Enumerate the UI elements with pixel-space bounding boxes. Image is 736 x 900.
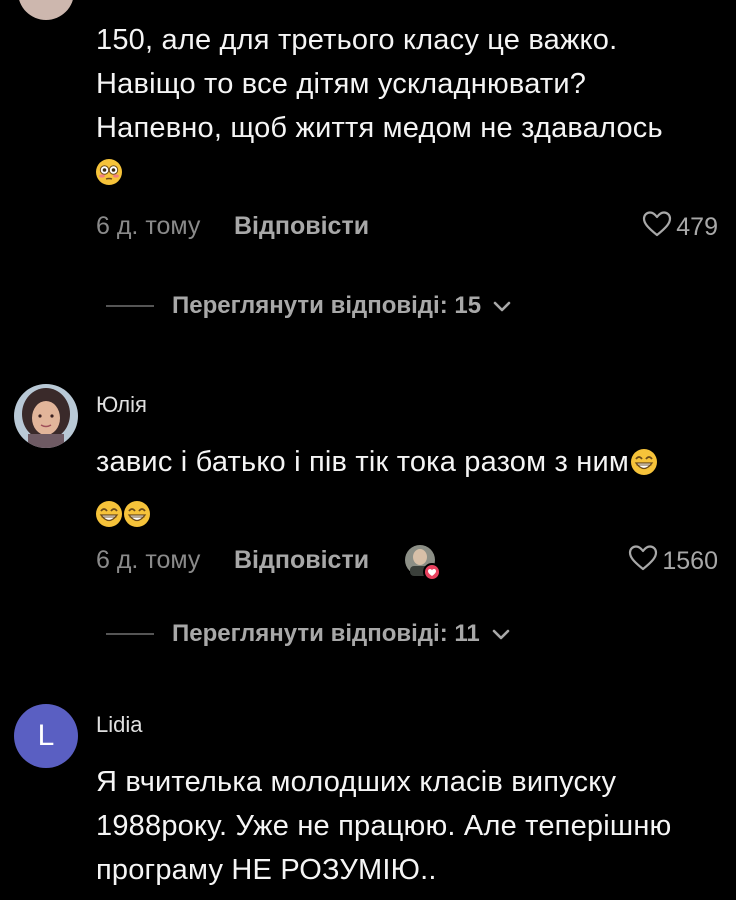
divider (106, 633, 154, 635)
reply-button[interactable]: Відповісти (234, 212, 369, 241)
like-count: 479 (676, 213, 718, 241)
comment-line: Напевно, щоб життя медом не здавалось (96, 112, 663, 144)
divider (106, 305, 154, 307)
view-replies-button[interactable]: Переглянути відповіді: 15 (106, 292, 511, 320)
comment-timestamp: 6 д. тому (96, 546, 201, 574)
like-button[interactable]: 479 (642, 210, 718, 245)
heart-icon (642, 210, 672, 245)
comment-line-text: завис і батько і пів тік тока разом з ни… (96, 446, 630, 478)
grinning-face-icon (124, 501, 150, 527)
view-replies-label: Переглянути відповіді: 15 (172, 292, 482, 319)
comment-line: завис і батько і пів тік тока разом з ни… (96, 440, 726, 484)
flushed-face-icon (96, 150, 726, 194)
creator-liked-badge (404, 544, 442, 582)
comment-line: програму НЕ РОЗУМІЮ.. (96, 854, 437, 886)
username[interactable]: Lidia (96, 712, 142, 738)
comment-text: завис і батько і пів тік тока разом з ни… (96, 440, 726, 536)
like-count: 1560 (662, 547, 718, 575)
comment-line: Навіщо то все дітям ускладнювати? (96, 68, 587, 100)
comment-line: 1988року. Уже не працюю. Але теперішню (96, 810, 672, 842)
avatar[interactable]: L (14, 704, 78, 768)
comment-text: 150, але для третього класу це важко. На… (96, 18, 726, 194)
comment-line: 150, але для третього класу це важко. (96, 24, 618, 56)
view-replies-label: Переглянути відповіді: 11 (172, 620, 480, 647)
avatar[interactable] (14, 384, 78, 448)
grinning-face-icon (631, 449, 658, 475)
chevron-down-icon (493, 292, 511, 320)
avatar-letter: L (37, 719, 55, 752)
username[interactable]: Юлія (96, 392, 147, 418)
heart-icon (628, 544, 658, 579)
comment-text: Я вчителька молодших класів випуску 1988… (96, 760, 726, 892)
reply-button[interactable]: Відповісти (234, 546, 369, 575)
chevron-down-icon (492, 620, 510, 648)
like-button[interactable]: 1560 (628, 544, 718, 579)
grinning-face-icon (96, 501, 122, 527)
view-replies-button[interactable]: Переглянути відповіді: 11 (106, 620, 510, 648)
comment-line: Я вчителька молодших класів випуску (96, 766, 617, 798)
comment-line (96, 484, 726, 536)
avatar[interactable] (18, 0, 74, 20)
comment-timestamp: 6 д. тому (96, 212, 201, 240)
